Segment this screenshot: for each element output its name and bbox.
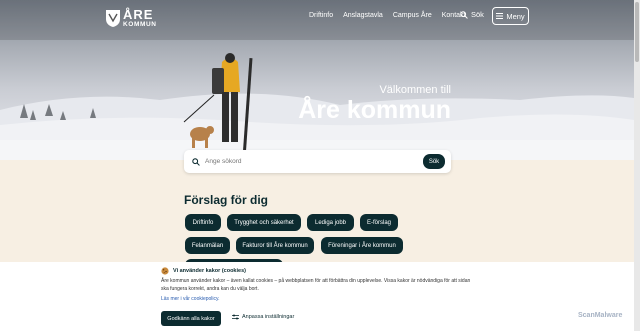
scanmalware-badge: ScanMalware [578, 312, 623, 319]
cookie-icon [161, 267, 169, 275]
chip-fakturor[interactable]: Fakturor till Åre kommun [236, 237, 314, 254]
cookie-policy-link[interactable]: Läs mer i vår cookiepolicy. [161, 296, 473, 302]
cookie-banner: Vi använder kakor (cookies) Åre kommun a… [0, 262, 634, 331]
nav-anslagstavla[interactable]: Anslagstavla [343, 12, 383, 19]
top-bar: ÅRE KOMMUN Driftinfo Anslagstavla Campus… [0, 0, 634, 34]
sliders-icon [232, 314, 239, 320]
menu-label: Meny [506, 11, 525, 21]
chip-e-forslag[interactable]: E-förslag [360, 214, 398, 231]
scrollbar[interactable] [634, 0, 640, 331]
search-input[interactable] [205, 158, 405, 165]
customize-label: Anpassa inställningar [242, 314, 295, 320]
logo-line1: ÅRE [123, 7, 154, 22]
accept-cookies-button[interactable]: Godkänn alla kakor [161, 311, 221, 326]
chip-felanmalan[interactable]: Felanmälan [185, 237, 230, 254]
search-icon [460, 10, 468, 19]
welcome-small: Välkommen till [379, 84, 451, 96]
cookie-title: Vi använder kakor (cookies) [173, 268, 246, 274]
customize-cookies-button[interactable]: Anpassa inställningar [232, 314, 294, 320]
chip-foreningar[interactable]: Föreningar i Åre kommun [321, 237, 403, 254]
cookie-text: Åre kommun använder kakor – även kallat … [161, 278, 471, 292]
hero-banner: ÅRE KOMMUN Driftinfo Anslagstavla Campus… [0, 0, 634, 160]
search-icon [192, 157, 200, 166]
suggestions-title: Förslag för dig [184, 193, 268, 207]
menu-button[interactable]: Meny [492, 7, 529, 25]
chip-lediga-jobb[interactable]: Lediga jobb [307, 214, 354, 231]
coat-of-arms-icon [106, 9, 120, 27]
welcome-title: Åre kommun [298, 96, 451, 124]
search-box: Sök [184, 150, 451, 173]
chip-driftinfo[interactable]: Driftinfo [185, 214, 221, 231]
header-search-label: Sök [471, 10, 484, 19]
nav-campus-are[interactable]: Campus Åre [393, 12, 432, 19]
header-search-button[interactable]: Sök [460, 10, 484, 19]
logo[interactable]: ÅRE KOMMUN [106, 8, 157, 29]
nav-driftinfo[interactable]: Driftinfo [309, 12, 333, 19]
chip-trygghet[interactable]: Trygghet och säkerhet [227, 214, 301, 231]
main-nav: Driftinfo Anslagstavla Campus Åre Kontak… [309, 12, 465, 19]
logo-line2: KOMMUN [123, 21, 157, 28]
hamburger-icon [496, 13, 504, 19]
search-submit-button[interactable]: Sök [423, 154, 445, 169]
scrollbar-thumb[interactable] [635, 2, 639, 62]
